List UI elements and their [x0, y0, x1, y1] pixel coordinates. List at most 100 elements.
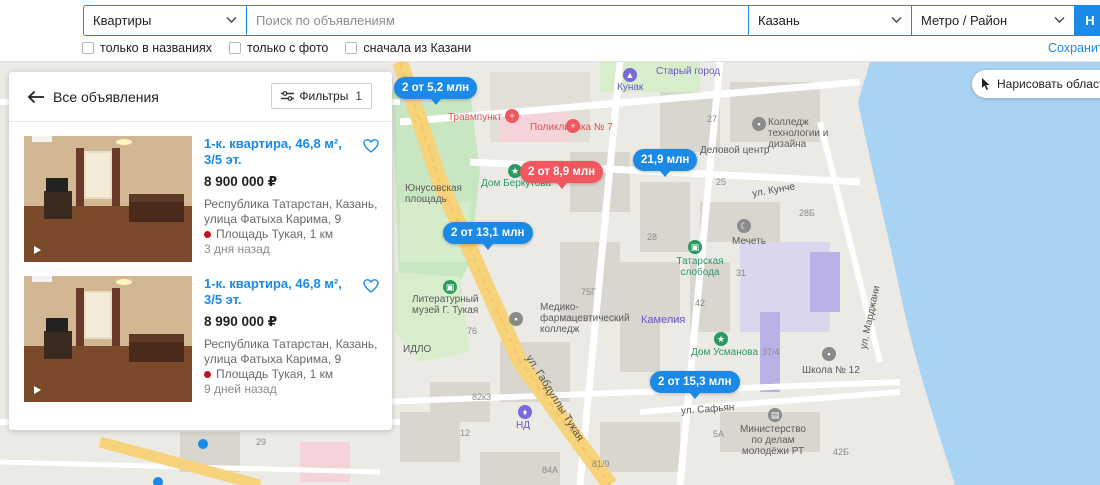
property-type-value: Квартиры: [93, 13, 152, 28]
map-house-12: 12: [460, 428, 471, 438]
map-pin-price[interactable]: 2 от 13,1 млн: [443, 222, 533, 250]
map-house-25: 25: [716, 177, 727, 187]
filter-sliders-icon: [281, 91, 295, 101]
metro-station: Площадь Тукая, 1 км: [216, 367, 334, 381]
listing-address: Республика Татарстан, Казань, улица Фаты…: [204, 337, 378, 366]
map-house-5a: 5А: [713, 429, 725, 439]
listing-title[interactable]: 1-к. квартира, 46,8 м², 3/5 эт.: [204, 276, 349, 308]
map-house-27: 27: [707, 114, 718, 124]
video-play-icon: [34, 246, 41, 254]
cursor-hand-icon: [982, 78, 990, 90]
map-label-mechet: Мечеть: [732, 236, 766, 247]
map-house-81-9: 81/9: [592, 459, 610, 469]
listing-metro: Площадь Тукая, 1 км: [204, 367, 333, 381]
map-label-college: Колледж технологии и дизайна: [768, 117, 829, 150]
metro-line-dot-icon: [204, 370, 211, 378]
find-button[interactable]: Н: [1075, 5, 1100, 36]
map-pin-price[interactable]: 2 от 5,2 млн: [394, 77, 478, 105]
medical-cross-icon: +: [505, 109, 519, 123]
map-house-31: 31: [736, 268, 747, 278]
chevron-down-icon: [226, 17, 237, 23]
only-in-titles-checkbox[interactable]: только в названиях: [82, 41, 212, 55]
filters-button[interactable]: Фильтры 1: [271, 83, 372, 109]
metro-district-select[interactable]: Метро / Район: [912, 5, 1075, 36]
map-label-delovoy: Деловой центр: [700, 145, 770, 156]
listing-price: 8 900 000 ₽: [204, 174, 278, 189]
map-label-tatar-sloboda: Татарская слобода: [676, 256, 724, 278]
metro-district-value: Метро / Район: [921, 13, 1008, 28]
room-photo: [24, 136, 192, 262]
checkbox-label: сначала из Казани: [363, 41, 472, 55]
search-options: только в названиях только с фото сначала…: [82, 41, 488, 55]
map-house-82k3: 82к3: [472, 392, 491, 402]
video-play-icon: [34, 386, 41, 394]
landmark-star-icon: ★: [714, 332, 728, 346]
map-house-75g: 75Г: [581, 287, 596, 297]
metro-station: Площадь Тукая, 1 км: [216, 227, 334, 241]
map-label-nd: НД: [516, 420, 530, 431]
listing-price: 8 990 000 ₽: [204, 314, 278, 329]
shopping-icon: ▲: [623, 68, 637, 82]
medical-cross-icon: +: [566, 119, 580, 133]
drugstore-icon: ♦: [518, 405, 532, 419]
heart-icon[interactable]: [363, 279, 379, 293]
map-pin-price-selected[interactable]: 2 от 8,9 млн: [520, 161, 604, 189]
checkbox-box[interactable]: [82, 42, 94, 54]
listing-photo[interactable]: [24, 136, 192, 262]
chevron-down-icon: [1054, 17, 1065, 23]
metro-line-dot-icon: [204, 230, 211, 238]
back-label: Все объявления: [53, 89, 159, 105]
map-label-yunusov: Юнусовская площадь: [405, 183, 462, 205]
kazan-first-checkbox[interactable]: сначала из Казани: [345, 41, 471, 55]
checkbox-box[interactable]: [229, 42, 242, 54]
listing-card[interactable]: 1-к. квартира, 46,8 м², 3/5 эт. 8 900 00…: [24, 136, 379, 264]
map-label-idlo: ИДЛО: [403, 344, 432, 355]
mosque-icon: ☾: [737, 219, 751, 233]
education-icon: ▪: [752, 117, 766, 131]
filters-count: 1: [355, 89, 362, 103]
government-icon: ▤: [768, 408, 782, 422]
listing-time: 3 дня назад: [204, 242, 270, 256]
museum-icon: ▣: [688, 240, 702, 254]
map-label-kunak: Кунак: [617, 82, 644, 93]
back-to-all-button[interactable]: Все объявления: [27, 89, 159, 105]
search-field[interactable]: [247, 5, 749, 36]
heart-icon[interactable]: [363, 139, 379, 153]
map-label-stary-gorod: Старый город: [656, 66, 721, 77]
listing-title[interactable]: 1-к. квартира, 46,8 м², 3/5 эт.: [204, 136, 349, 168]
filters-label: Фильтры: [299, 89, 349, 103]
listing-metro: Площадь Тукая, 1 км: [204, 227, 333, 241]
listing-time: 9 дней назад: [204, 382, 277, 396]
listing-card[interactable]: 1-к. квартира, 46,8 м², 3/5 эт. 8 990 00…: [24, 276, 379, 404]
city-value: Казань: [758, 13, 800, 28]
arrow-left-icon: [27, 90, 44, 104]
listing-photo[interactable]: [24, 276, 192, 402]
education-icon: ▪: [822, 347, 836, 361]
map-label-lit-museum: Литературный музей Г. Тукая: [412, 294, 479, 316]
only-with-photo-checkbox[interactable]: только с фото: [229, 41, 328, 55]
save-search-link[interactable]: Сохранить: [1048, 41, 1100, 55]
search-input[interactable]: [256, 13, 739, 28]
museum-icon: ▣: [443, 280, 457, 294]
checkbox-label: только в названиях: [100, 41, 213, 55]
search-form: Квартиры Казань Метро / Район Н: [83, 5, 1100, 36]
map-label-ministry: Министерство по делам молодёжи РТ: [740, 424, 806, 457]
map-label-travmpunkt: Травмпункт: [448, 112, 502, 123]
draw-area-button[interactable]: Нарисовать область: [972, 70, 1100, 98]
map-label-shkola: Школа № 12: [802, 365, 860, 376]
map-house-37-4: 37/4: [762, 347, 780, 357]
listing-address: Республика Татарстан, Казань, улица Фаты…: [204, 197, 378, 226]
map-house-84a: 84А: [542, 465, 559, 475]
map-label-kameliya: Камелия: [641, 314, 686, 326]
checkbox-box[interactable]: [345, 42, 358, 54]
map-house-42: 42: [695, 298, 706, 308]
listings-panel: Все объявления Фильтры 1 1-к. квартира, …: [9, 72, 392, 430]
draw-area-label: Нарисовать область: [997, 77, 1100, 91]
map-pin-price[interactable]: 2 от 15,3 млн: [650, 371, 740, 399]
education-icon: ▪: [509, 312, 523, 326]
property-type-select[interactable]: Квартиры: [83, 5, 247, 36]
map-pin-price[interactable]: 21,9 млн: [633, 149, 698, 177]
map-house-28b: 28Б: [799, 208, 815, 218]
city-select[interactable]: Казань: [749, 5, 912, 36]
map-house-28: 28: [647, 232, 658, 242]
